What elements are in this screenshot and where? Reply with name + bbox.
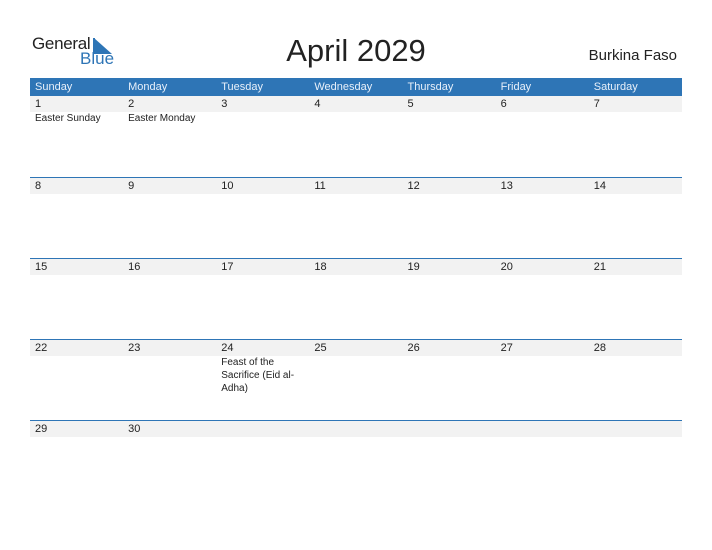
day-number: 5 — [407, 98, 414, 110]
week-cells: 29 30 — [30, 421, 682, 437]
day-cell: 6 — [496, 96, 589, 125]
day-cell: 1 Easter Sunday — [30, 96, 123, 125]
weekday-header: Sunday Monday Tuesday Wednesday Thursday Frid… — [30, 78, 682, 96]
day-cell: 16 — [123, 259, 216, 275]
day-cell — [403, 421, 496, 437]
day-number — [408, 421, 496, 437]
day-number — [594, 421, 682, 437]
day-cell: 22 — [30, 340, 123, 395]
holiday-label: Easter Sunday — [35, 113, 101, 124]
day-cell: 3 — [216, 96, 309, 125]
day-number: 29 — [35, 423, 48, 435]
day-cell: 13 — [496, 178, 589, 194]
day-cell: 24 Feast of the Sacrifice (Eid al-Adha) — [216, 340, 309, 395]
weekday-header-cell: Sunday — [35, 81, 73, 93]
day-number: 11 — [314, 180, 326, 192]
day-cell: 12 — [403, 178, 496, 194]
day-cell: 17 — [216, 259, 309, 275]
day-number: 2 — [128, 98, 135, 110]
day-cell: 25 — [309, 340, 402, 395]
day-number: 23 — [128, 342, 141, 354]
day-number — [221, 421, 309, 437]
week-row: 8 9 10 11 12 13 14 — [30, 177, 682, 258]
week-cells: 15 16 17 18 19 20 21 — [30, 259, 682, 275]
day-number: 4 — [314, 98, 321, 110]
day-cell: 2 Easter Monday — [123, 96, 216, 125]
day-number: 25 — [314, 342, 327, 354]
week-cells: 22 23 24 Feast of the Sacrifice (Eid al-Adh… — [30, 340, 682, 395]
day-number: 7 — [593, 98, 600, 110]
day-number: 22 — [35, 342, 48, 354]
day-cell: 8 — [30, 178, 123, 194]
day-cell: 11 — [309, 178, 402, 194]
calendar-grid: Sunday Monday Tuesday Wednesday Thursday Frid… — [30, 78, 682, 501]
day-cell: 30 — [123, 421, 216, 437]
day-cell: 15 — [30, 259, 123, 275]
day-cell: 28 — [589, 340, 682, 395]
week-row: 29 30 — [30, 420, 682, 501]
day-number: 10 — [221, 180, 234, 192]
day-number: 18 — [314, 261, 327, 273]
day-cell: 5 — [403, 96, 496, 125]
weekday-header-cell: Thursday — [407, 81, 454, 93]
day-cell: 4 — [309, 96, 402, 125]
day-number — [314, 421, 402, 437]
day-cell — [216, 421, 309, 437]
weeks-container: 1 Easter Sunday 2 Easter Monday 3 4 5 6 7 8 9 10 11 1… — [30, 96, 682, 501]
day-number: 14 — [593, 180, 606, 192]
week-row: 1 Easter Sunday 2 Easter Monday 3 4 5 6 7 — [30, 96, 682, 177]
week-row: 22 23 24 Feast of the Sacrifice (Eid al-Adh… — [30, 339, 682, 420]
day-number: 28 — [593, 342, 606, 354]
day-number: 3 — [221, 98, 228, 110]
day-number: 6 — [500, 98, 507, 110]
day-number: 24 — [221, 342, 234, 354]
day-cell: 23 — [123, 340, 216, 395]
day-number: 21 — [593, 261, 606, 273]
day-cell: 26 — [403, 340, 496, 395]
day-cell: 29 — [30, 421, 123, 437]
day-number: 20 — [500, 261, 513, 273]
day-cell — [496, 421, 589, 437]
day-number: 12 — [407, 180, 420, 192]
day-cell: 19 — [403, 259, 496, 275]
country-label: Burkina Faso — [588, 47, 677, 64]
weekday-header-cell: Monday — [128, 81, 168, 93]
day-number: 27 — [500, 342, 513, 354]
weekday-header-cell: Tuesday — [221, 81, 264, 93]
day-cell: 14 — [589, 178, 682, 194]
day-number — [501, 421, 589, 437]
day-cell: 20 — [496, 259, 589, 275]
weekday-header-cell: Friday — [500, 81, 532, 93]
holiday-label: Easter Monday — [128, 113, 196, 124]
day-number: 13 — [500, 180, 513, 192]
day-number: 26 — [407, 342, 420, 354]
holiday-label: Feast of the Sacrifice (Eid al-Adha) — [221, 357, 295, 394]
day-number: 9 — [128, 180, 135, 192]
weekday-header-cell: Wednesday — [314, 81, 373, 93]
day-cell: 21 — [589, 259, 682, 275]
day-cell: 27 — [496, 340, 589, 395]
day-number: 30 — [128, 423, 141, 435]
day-number: 16 — [128, 261, 141, 273]
day-number: 19 — [407, 261, 420, 273]
day-cell — [589, 421, 682, 437]
week-cells: 8 9 10 11 12 13 14 — [30, 178, 682, 194]
day-number: 8 — [35, 180, 42, 192]
day-cell: 9 — [123, 178, 216, 194]
day-cell: 10 — [216, 178, 309, 194]
day-number: 17 — [221, 261, 234, 273]
week-row: 15 16 17 18 19 20 21 — [30, 258, 682, 339]
day-cell: 18 — [309, 259, 402, 275]
day-cell — [309, 421, 402, 437]
day-cell: 7 — [589, 96, 682, 125]
day-number: 15 — [35, 261, 48, 273]
weekday-header-cell: Saturday — [593, 81, 638, 93]
day-number: 1 — [35, 98, 42, 110]
week-cells: 1 Easter Sunday 2 Easter Monday 3 4 5 6 7 — [30, 96, 682, 125]
